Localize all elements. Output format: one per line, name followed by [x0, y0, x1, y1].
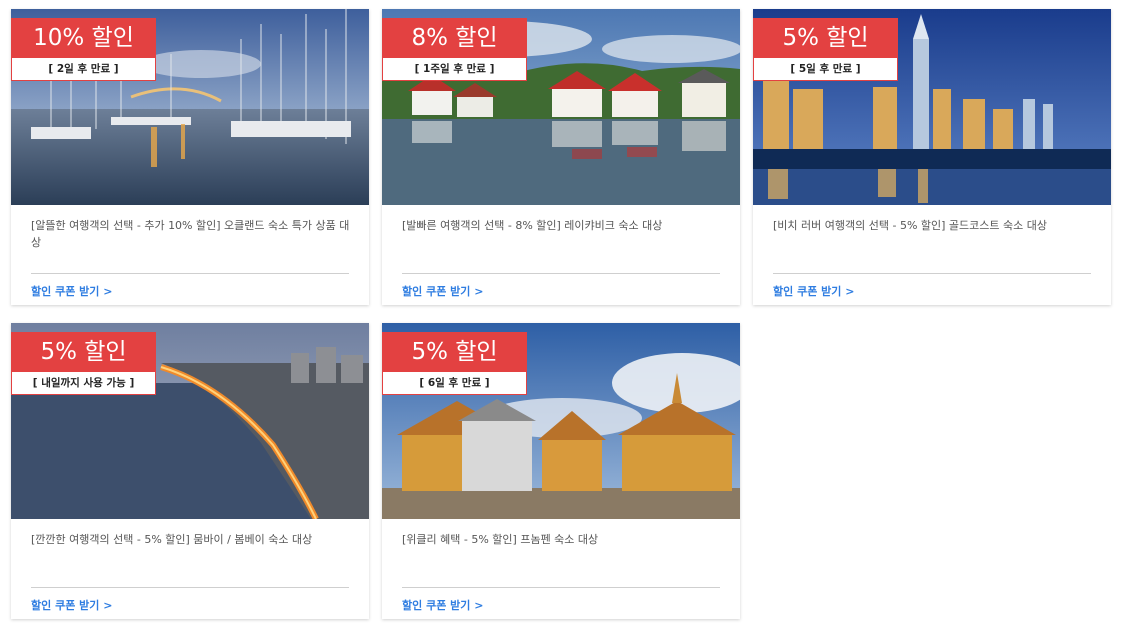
deal-description: [위클리 혜택 - 5% 할인] 프놈펜 숙소 대상 — [402, 533, 599, 546]
deal-card[interactable]: 5% 할인 [ 5일 후 만료 ] [비치 러버 여행객의 선택 - 5% 할인… — [753, 9, 1111, 305]
divider — [31, 587, 349, 588]
get-coupon-link[interactable]: 할인 쿠폰 받기 > — [402, 283, 483, 299]
expiry-label: [ 5일 후 만료 ] — [753, 58, 898, 81]
expiry-label: [ 내일까지 사용 가능 ] — [11, 372, 156, 395]
discount-badge: 5% 할인 [ 내일까지 사용 가능 ] — [11, 332, 156, 396]
discount-badge: 8% 할인 [ 1주일 후 만료 ] — [382, 18, 527, 82]
get-coupon-link[interactable]: 할인 쿠폰 받기 > — [773, 283, 854, 299]
discount-badge: 5% 할인 [ 6일 후 만료 ] — [382, 332, 527, 396]
deal-description: [알뜰한 여행객의 선택 - 추가 10% 할인] 오클랜드 숙소 특가 상품 … — [31, 219, 350, 249]
deal-description: [발빠른 여행객의 선택 - 8% 할인] 레이캬비크 숙소 대상 — [402, 219, 663, 232]
discount-label: 5% 할인 — [753, 18, 898, 58]
expiry-label: [ 1주일 후 만료 ] — [382, 58, 527, 81]
expiry-label: [ 2일 후 만료 ] — [11, 58, 156, 81]
discount-label: 8% 할인 — [382, 18, 527, 58]
deal-card[interactable]: 10% 할인 [ 2일 후 만료 ] [알뜰한 여행객의 선택 - 추가 10%… — [11, 9, 369, 305]
deal-card[interactable]: 5% 할인 [ 6일 후 만료 ] [위클리 혜택 - 5% 할인] 프놈펜 숙… — [382, 323, 740, 619]
discount-label: 5% 할인 — [382, 332, 527, 372]
divider — [31, 273, 349, 274]
discount-badge: 5% 할인 [ 5일 후 만료 ] — [753, 18, 898, 82]
get-coupon-link[interactable]: 할인 쿠폰 받기 > — [402, 597, 483, 613]
divider — [402, 587, 720, 588]
deal-description: [깐깐한 여행객의 선택 - 5% 할인] 뭄바이 / 봄베이 숙소 대상 — [31, 533, 313, 546]
deal-card[interactable]: 8% 할인 [ 1주일 후 만료 ] [발빠른 여행객의 선택 - 8% 할인]… — [382, 9, 740, 305]
discount-label: 5% 할인 — [11, 332, 156, 372]
divider — [402, 273, 720, 274]
discount-label: 10% 할인 — [11, 18, 156, 58]
deal-card[interactable]: 5% 할인 [ 내일까지 사용 가능 ] [깐깐한 여행객의 선택 - 5% 할… — [11, 323, 369, 619]
expiry-label: [ 6일 후 만료 ] — [382, 372, 527, 395]
deal-description: [비치 러버 여행객의 선택 - 5% 할인] 골드코스트 숙소 대상 — [773, 219, 1047, 232]
get-coupon-link[interactable]: 할인 쿠폰 받기 > — [31, 283, 112, 299]
divider — [773, 273, 1091, 274]
get-coupon-link[interactable]: 할인 쿠폰 받기 > — [31, 597, 112, 613]
discount-badge: 10% 할인 [ 2일 후 만료 ] — [11, 18, 156, 82]
